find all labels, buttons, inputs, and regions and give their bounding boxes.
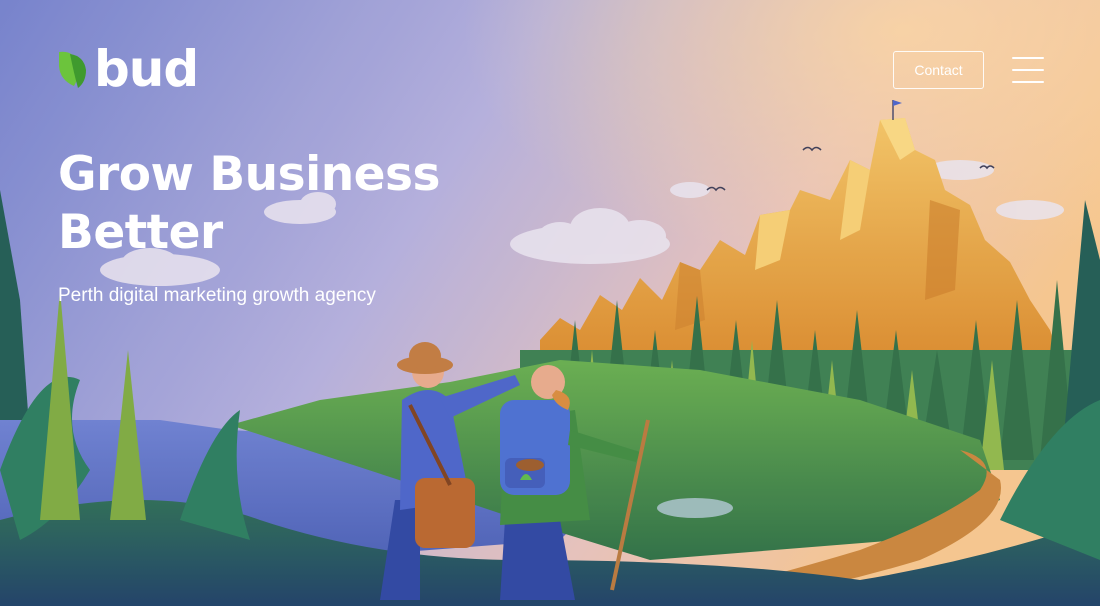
hero-subtitle: Perth digital marketing growth agency <box>58 285 376 306</box>
hero-title: Grow Business Better <box>58 147 440 260</box>
hamburger-menu-icon[interactable] <box>1012 55 1044 85</box>
site-header: bud Contact <box>0 0 1100 140</box>
logo-text: bud <box>94 40 199 98</box>
logo[interactable]: bud <box>56 40 199 98</box>
contact-button[interactable]: Contact <box>893 51 984 89</box>
leaf-icon <box>59 51 86 88</box>
